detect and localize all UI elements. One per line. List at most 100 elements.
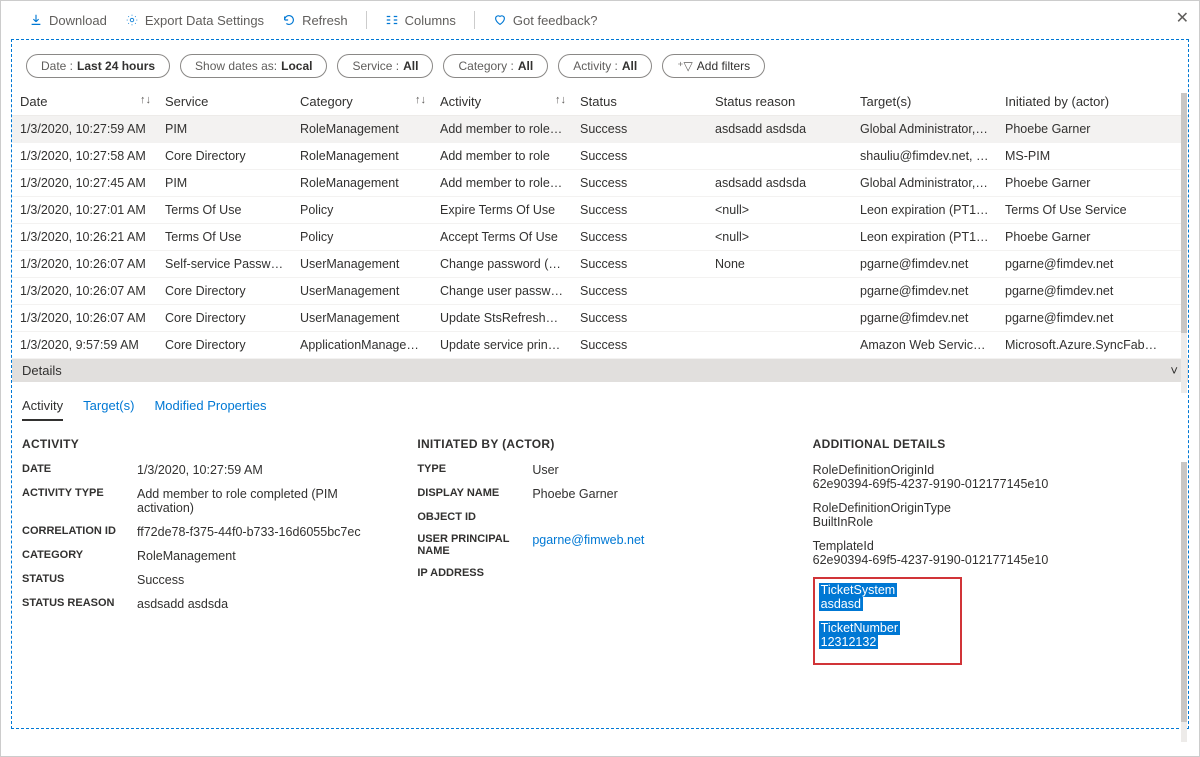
cell-status: Success: [572, 278, 707, 305]
cell-category: Policy: [292, 224, 432, 251]
separator: [474, 11, 475, 29]
close-icon[interactable]: ✕: [1176, 8, 1189, 28]
cell-activity: Update StsRefreshToken…: [432, 305, 572, 332]
cell-category: RoleManagement: [292, 116, 432, 143]
table-row[interactable]: 1/3/2020, 10:26:07 AMCore DirectoryUserM…: [12, 278, 1188, 305]
cell-service: Core Directory: [157, 332, 292, 359]
cell-reason: [707, 143, 852, 170]
cell-reason: <null>: [707, 197, 852, 224]
table-row[interactable]: 1/3/2020, 10:26:07 AMCore DirectoryUserM…: [12, 305, 1188, 332]
cell-status: Success: [572, 143, 707, 170]
cell-category: UserManagement: [292, 251, 432, 278]
cell-reason: None: [707, 251, 852, 278]
cell-reason: [707, 278, 852, 305]
cell-targets: Global Administrator, 88…: [852, 116, 997, 143]
audit-log-table: Date↑↓ Service Category↑↓ Activity↑↓ Sta…: [12, 88, 1188, 359]
cell-activity: Change password (self-s…: [432, 251, 572, 278]
upn-link[interactable]: pgarne@fimweb.net: [532, 533, 782, 557]
filter-category[interactable]: Category : All: [443, 54, 548, 78]
separator: [366, 11, 367, 29]
label: Download: [49, 13, 107, 28]
label: Refresh: [302, 13, 348, 28]
activity-column: ACTIVITY DATE1/3/2020, 10:27:59 AM ACTIV…: [22, 437, 387, 665]
filter-bar: Date : Last 24 hours Show dates as: Loca…: [12, 40, 1188, 88]
download-icon: [29, 13, 43, 27]
tab-activity[interactable]: Activity: [22, 398, 63, 421]
chevron-down-icon: ˅: [1170, 363, 1178, 378]
col-status-reason[interactable]: Status reason: [707, 88, 852, 116]
cell-date: 1/3/2020, 9:57:59 AM: [12, 332, 157, 359]
cell-service: Terms Of Use: [157, 224, 292, 251]
heading: ACTIVITY: [22, 437, 387, 451]
cell-actor: Phoebe Garner: [997, 170, 1188, 197]
cell-date: 1/3/2020, 10:27:45 AM: [12, 170, 157, 197]
col-activity[interactable]: Activity↑↓: [432, 88, 572, 116]
filter-show-dates[interactable]: Show dates as: Local: [180, 54, 327, 78]
tab-targets[interactable]: Target(s): [83, 398, 134, 421]
filter-activity[interactable]: Activity : All: [558, 54, 652, 78]
table-row[interactable]: 1/3/2020, 10:27:59 AMPIMRoleManagementAd…: [12, 116, 1188, 143]
table-row[interactable]: 1/3/2020, 10:26:21 AMTerms Of UsePolicyA…: [12, 224, 1188, 251]
cell-actor: pgarne@fimdev.net: [997, 278, 1188, 305]
table-row[interactable]: 1/3/2020, 10:27:45 AMPIMRoleManagementAd…: [12, 170, 1188, 197]
cell-activity: Expire Terms Of Use: [432, 197, 572, 224]
highlighted-box: TicketSystemasdasdTicketNumber12312132: [813, 577, 962, 665]
filter-service[interactable]: Service : All: [337, 54, 433, 78]
cell-activity: Update service principal: [432, 332, 572, 359]
col-service[interactable]: Service: [157, 88, 292, 116]
cell-activity: Add member to role: [432, 143, 572, 170]
filter-date[interactable]: Date : Last 24 hours: [26, 54, 170, 78]
cell-reason: asdsadd asdsda: [707, 116, 852, 143]
cell-actor: Phoebe Garner: [997, 224, 1188, 251]
cell-category: UserManagement: [292, 305, 432, 332]
gear-icon: [125, 13, 139, 27]
col-targets[interactable]: Target(s): [852, 88, 997, 116]
col-status[interactable]: Status: [572, 88, 707, 116]
table-row[interactable]: 1/3/2020, 10:27:01 AMTerms Of UsePolicyE…: [12, 197, 1188, 224]
tab-modified[interactable]: Modified Properties: [154, 398, 266, 421]
details-bar[interactable]: Details ˅: [12, 359, 1188, 382]
cell-date: 1/3/2020, 10:26:07 AM: [12, 278, 157, 305]
add-filters-button[interactable]: ⁺▽ Add filters: [662, 54, 765, 78]
cell-actor: Terms Of Use Service: [997, 197, 1188, 224]
cell-date: 1/3/2020, 10:26:07 AM: [12, 251, 157, 278]
cell-activity: Accept Terms Of Use: [432, 224, 572, 251]
cell-service: Terms Of Use: [157, 197, 292, 224]
col-actor[interactable]: Initiated by (actor): [997, 88, 1188, 116]
refresh-icon: [282, 13, 296, 27]
cell-targets: pgarne@fimdev.net: [852, 251, 997, 278]
detail-scrollbar[interactable]: [1181, 462, 1187, 742]
columns-button[interactable]: Columns: [385, 13, 456, 28]
cell-status: Success: [572, 116, 707, 143]
cell-actor: Phoebe Garner: [997, 116, 1188, 143]
refresh-button[interactable]: Refresh: [282, 13, 348, 28]
export-button[interactable]: Export Data Settings: [125, 13, 264, 28]
heading: ADDITIONAL DETAILS: [813, 437, 1178, 451]
cell-date: 1/3/2020, 10:27:58 AM: [12, 143, 157, 170]
cell-status: Success: [572, 170, 707, 197]
cell-actor: Microsoft.Azure.SyncFab…: [997, 332, 1188, 359]
columns-icon: [385, 13, 399, 27]
grid-scrollbar[interactable]: [1181, 93, 1187, 393]
table-row[interactable]: 1/3/2020, 9:57:59 AMCore DirectoryApplic…: [12, 332, 1188, 359]
cell-targets: pgarne@fimdev.net: [852, 305, 997, 332]
table-row[interactable]: 1/3/2020, 10:26:07 AMSelf-service Passwo…: [12, 251, 1188, 278]
cell-category: UserManagement: [292, 278, 432, 305]
download-button[interactable]: Download: [29, 13, 107, 28]
cell-category: Policy: [292, 197, 432, 224]
detail-panel: ACTIVITY DATE1/3/2020, 10:27:59 AM ACTIV…: [12, 421, 1188, 681]
label: Details: [22, 363, 62, 378]
cell-targets: Leon expiration (PT1M), …: [852, 197, 997, 224]
cell-date: 1/3/2020, 10:27:59 AM: [12, 116, 157, 143]
cell-actor: MS-PIM: [997, 143, 1188, 170]
col-category[interactable]: Category↑↓: [292, 88, 432, 116]
cell-category: ApplicationManagement: [292, 332, 432, 359]
additional-column: ADDITIONAL DETAILS RoleDefinitionOriginI…: [813, 437, 1178, 665]
cell-status: Success: [572, 197, 707, 224]
table-row[interactable]: 1/3/2020, 10:27:58 AMCore DirectoryRoleM…: [12, 143, 1188, 170]
cell-status: Success: [572, 332, 707, 359]
cell-reason: asdsadd asdsda: [707, 170, 852, 197]
cell-targets: Amazon Web Services (A…: [852, 332, 997, 359]
feedback-button[interactable]: Got feedback?: [493, 13, 598, 28]
col-date[interactable]: Date↑↓: [12, 88, 157, 116]
